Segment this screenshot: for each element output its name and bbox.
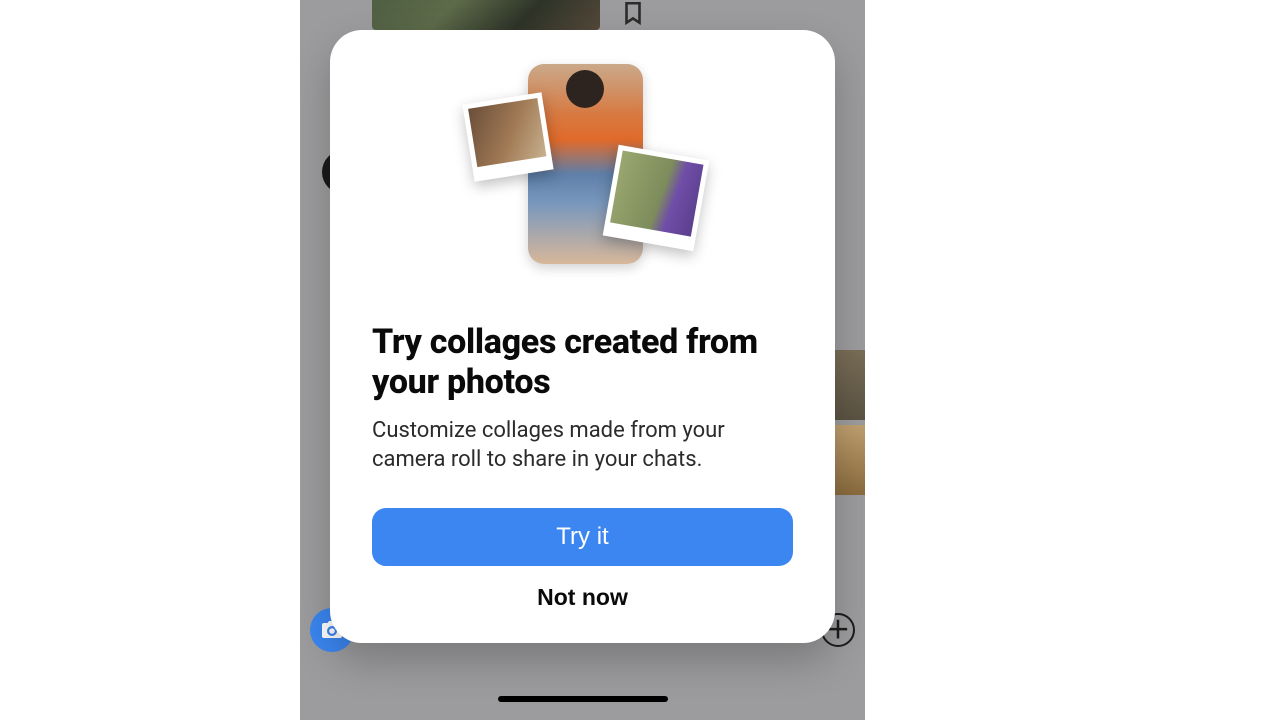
not-now-button[interactable]: Not now (372, 566, 793, 615)
phone-viewport: ＋ Try collages created from your photos … (300, 0, 865, 720)
try-it-button[interactable]: Try it (372, 508, 793, 566)
modal-title: Try collages created from your photos (372, 322, 793, 402)
screenshot-stage: ＋ Try collages created from your photos … (0, 0, 1280, 720)
modal-body: Customize collages made from your camera… (372, 416, 793, 474)
home-indicator (498, 696, 668, 702)
grid-thumb (835, 425, 865, 495)
collage-polaroid-right (602, 145, 709, 252)
collage-polaroid-left (462, 92, 553, 182)
grid-thumb (835, 350, 865, 420)
feed-photo-thumb (372, 0, 600, 30)
collage-illustration (478, 64, 688, 284)
collage-prompt-modal: Try collages created from your photos Cu… (330, 30, 835, 643)
bookmark-icon[interactable] (620, 0, 646, 32)
